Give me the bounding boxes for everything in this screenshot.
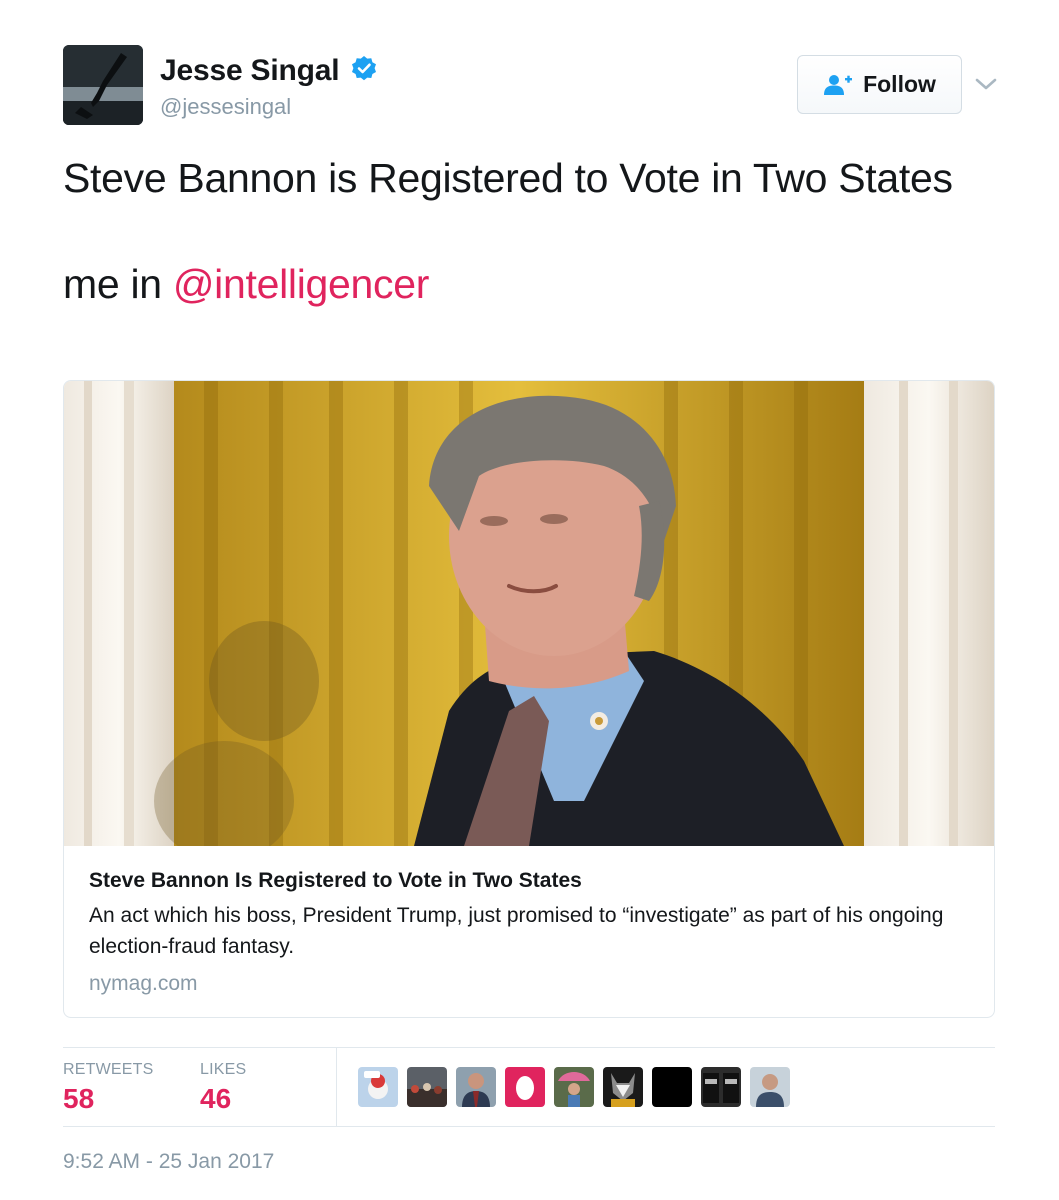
- link-card[interactable]: Steve Bannon Is Registered to Vote in Tw…: [63, 380, 995, 1018]
- retweets-label: RETWEETS: [63, 1061, 154, 1078]
- follow-button[interactable]: Follow: [797, 55, 962, 114]
- follow-button-label: Follow: [863, 71, 936, 97]
- card-domain: nymag.com: [89, 972, 198, 995]
- liker-avatar[interactable]: [652, 1067, 692, 1107]
- retweets-count: 58: [63, 1083, 95, 1114]
- liker-avatar[interactable]: [358, 1067, 398, 1107]
- avatar-image: [63, 45, 143, 125]
- liker-avatar[interactable]: [407, 1067, 447, 1107]
- user-handle[interactable]: @jessesingal: [160, 94, 378, 120]
- liker-avatar[interactable]: [456, 1067, 496, 1107]
- verified-badge-icon: [351, 56, 376, 81]
- likes-label: LIKES: [200, 1061, 247, 1078]
- likes-count: 46: [200, 1083, 232, 1114]
- likes-stat[interactable]: LIKES 46: [200, 1061, 246, 1115]
- tweet-text: Steve Bannon is Registered to Vote in Tw…: [63, 152, 963, 311]
- liker-avatar[interactable]: [505, 1067, 545, 1107]
- liker-facepile: [358, 1067, 799, 1107]
- follow-user-plus-icon: [824, 74, 853, 95]
- card-description: An act which his boss, President Trump, …: [89, 904, 944, 958]
- liker-avatar[interactable]: [750, 1067, 790, 1107]
- tweet-line-2-prefix: me in: [63, 261, 173, 307]
- stats-divider: [336, 1048, 337, 1126]
- card-title[interactable]: Steve Bannon Is Registered to Vote in Tw…: [89, 866, 979, 896]
- mention-link[interactable]: @intelligencer: [173, 261, 430, 307]
- tweet-headline: Steve Bannon is Registered to Vote in Tw…: [63, 155, 953, 201]
- user-avatar[interactable]: [63, 45, 143, 125]
- tweet-line-2: me in @intelligencer: [63, 258, 963, 311]
- liker-avatar[interactable]: [554, 1067, 594, 1107]
- tweet-stats: RETWEETS 58 LIKES 46: [63, 1047, 995, 1127]
- chevron-down-icon[interactable]: [974, 74, 998, 94]
- tweet-timestamp[interactable]: 9:52 AM - 25 Jan 2017: [63, 1150, 274, 1174]
- retweets-stat[interactable]: RETWEETS 58: [63, 1061, 154, 1115]
- liker-avatar[interactable]: [701, 1067, 741, 1107]
- card-image: [64, 381, 994, 846]
- user-display-name[interactable]: Jesse Singal: [160, 54, 340, 88]
- liker-avatar[interactable]: [603, 1067, 643, 1107]
